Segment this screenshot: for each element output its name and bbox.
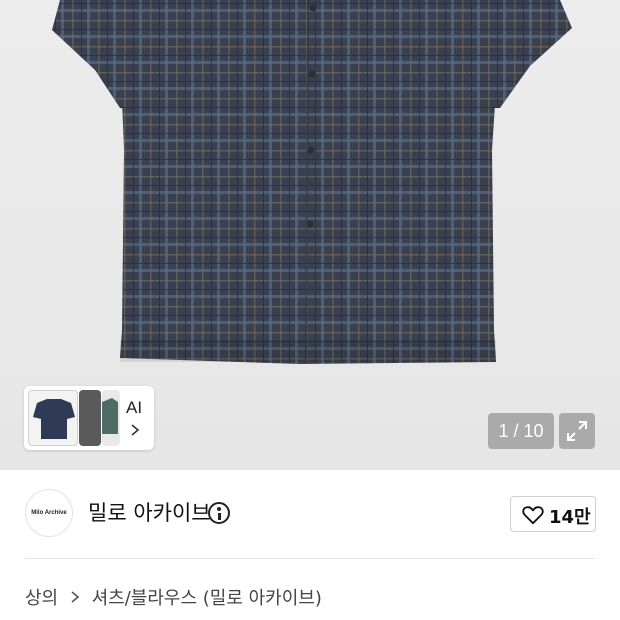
like-button[interactable]: 14만 bbox=[510, 496, 596, 532]
store-logo[interactable]: Milo Archive bbox=[25, 489, 73, 537]
store-logo-text: Milo Archive bbox=[31, 510, 67, 516]
store-name[interactable]: 밀로 아카이브 bbox=[88, 497, 211, 527]
expand-button[interactable] bbox=[559, 413, 595, 449]
like-count: 14만 bbox=[549, 507, 591, 528]
heart-icon bbox=[522, 506, 544, 525]
thumbnail-shirt-charcoal[interactable] bbox=[79, 390, 101, 446]
product-image-gallery[interactable]: AI 1 / 10 bbox=[0, 0, 620, 470]
chevron-right-icon[interactable] bbox=[130, 424, 140, 436]
chevron-right-icon bbox=[71, 591, 80, 603]
divider bbox=[25, 558, 595, 559]
info-icon[interactable] bbox=[208, 502, 230, 524]
thumbnail-shirt-green[interactable] bbox=[102, 390, 120, 446]
ai-recommend-label[interactable]: AI bbox=[126, 398, 142, 418]
expand-icon bbox=[567, 421, 587, 441]
thumbnail-shirt-navy[interactable] bbox=[28, 390, 78, 446]
image-counter: 1 / 10 bbox=[488, 413, 554, 449]
store-row: Milo Archive 밀로 아카이브 14만 bbox=[0, 470, 620, 558]
thumbnail-strip[interactable]: AI bbox=[24, 386, 154, 450]
breadcrumb: 상의 셔츠/블라우스 (밀로 아카이브) bbox=[25, 584, 322, 610]
breadcrumb-category[interactable]: 상의 bbox=[25, 584, 58, 610]
breadcrumb-subcategory[interactable]: 셔츠/블라우스 (밀로 아카이브) bbox=[92, 584, 322, 610]
